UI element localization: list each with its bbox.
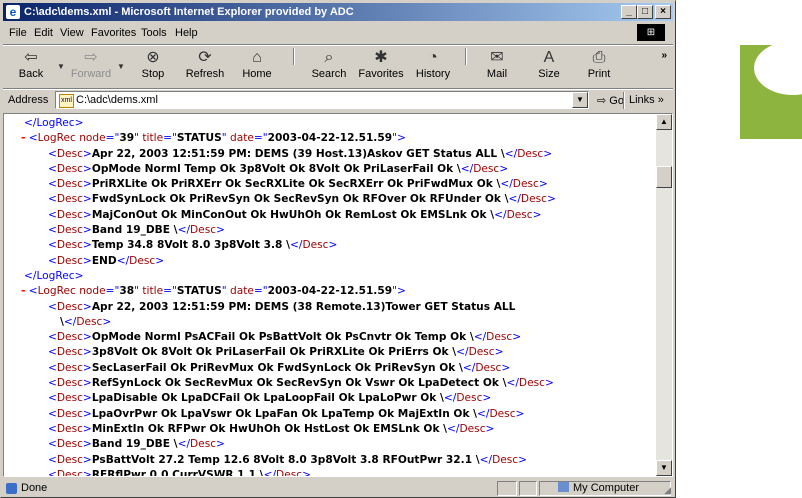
- browser-window: e C:\adc\dems.xml - Microsoft Internet E…: [0, 0, 676, 498]
- desc-line: <Desc>Band 19_DBE \</Desc>: [48, 224, 225, 237]
- desc-line: <Desc>OpMode Norml Temp Ok 3p8Volt Ok 8V…: [48, 162, 509, 175]
- logrec-38-header: - <LogRec node="38" title="STATUS" date=…: [21, 285, 406, 298]
- desc-line: <Desc>SecLaserFail Ok PriRevMux Ok FwdSy…: [48, 361, 511, 374]
- desc-line: <Desc>PriRXLite Ok PriRXErr Ok SecRXLite…: [48, 178, 548, 191]
- desc-line: <Desc>END</Desc>: [48, 254, 165, 267]
- size-button[interactable]: A Size: [525, 48, 573, 86]
- menu-view[interactable]: View: [60, 27, 84, 39]
- toolbar-separator: [465, 48, 467, 65]
- home-button[interactable]: ⌂ Home: [233, 48, 281, 86]
- window-title: C:\adc\dems.xml - Microsoft Internet Exp…: [24, 6, 354, 18]
- collapse-toggle[interactable]: -: [21, 285, 25, 297]
- search-button[interactable]: ⌕ Search: [305, 48, 353, 86]
- maximize-button[interactable]: □: [637, 5, 653, 19]
- address-value[interactable]: C:\adc\dems.xml: [76, 94, 158, 106]
- history-button[interactable]: ◔ History: [409, 48, 457, 86]
- favorites-button[interactable]: ✱ Favorites: [357, 48, 405, 86]
- address-input[interactable]: xml C:\adc\dems.xml ▼: [55, 91, 589, 109]
- stop-button[interactable]: ⊗ Stop: [129, 48, 177, 86]
- windows-flag-icon: ⊞: [637, 24, 665, 41]
- mail-icon: ✉: [490, 49, 504, 66]
- toolbar-separator: [293, 48, 295, 65]
- status-panel: [519, 481, 537, 496]
- address-dropdown-icon[interactable]: ▼: [572, 92, 588, 108]
- search-icon: ⌕: [324, 49, 334, 66]
- menu-file[interactable]: File: [9, 27, 27, 39]
- scroll-down-button[interactable]: ▼: [656, 460, 672, 476]
- links-button[interactable]: Links »: [629, 94, 664, 106]
- menu-favorites[interactable]: Favorites: [91, 27, 136, 39]
- desc-line: <Desc>FwdSynLock Ok PriRevSyn Ok SecRevS…: [48, 193, 556, 206]
- minimize-button[interactable]: _: [621, 5, 637, 19]
- back-arrow-icon: ⇦: [24, 49, 38, 66]
- collapse-toggle[interactable]: -: [21, 132, 25, 144]
- desc-line: <Desc>Apr 22, 2003 12:51:59 PM: DEMS (38…: [48, 300, 516, 313]
- xml-file-icon: xml: [59, 94, 74, 108]
- desc-line: <Desc>LpaDisable Ok LpaDCFail Ok LpaLoop…: [48, 392, 492, 405]
- desc-line: <Desc>Apr 22, 2003 12:51:59 PM: DEMS (39…: [48, 147, 553, 160]
- address-bar: Address xml C:\adc\dems.xml ▼ ⇨ Go Links…: [3, 90, 673, 112]
- desc-line: <Desc>MinExtIn Ok RFPwr Ok HwUhOh Ok Hst…: [48, 422, 495, 435]
- back-dropdown-icon[interactable]: ▼: [57, 62, 65, 71]
- xml-line: </LogRec>: [24, 117, 84, 129]
- address-label: Address: [8, 94, 49, 106]
- computer-icon: [558, 482, 569, 492]
- menu-tools[interactable]: Tools: [141, 27, 167, 39]
- history-icon: ◔: [428, 49, 438, 66]
- desc-line: <Desc>Temp 34.8 8Volt 8.0 3p8Volt 3.8 \<…: [48, 239, 338, 252]
- print-button[interactable]: ⎙ Print: [575, 48, 623, 86]
- scroll-thumb[interactable]: [656, 166, 672, 188]
- desc-line: <Desc>Band 19_DBE \</Desc>: [48, 438, 225, 451]
- address-separator: [623, 92, 625, 109]
- desc-line: <Desc>MajConOut Ok MinConOut Ok HwUhOh O…: [48, 208, 542, 221]
- decoration-cutout: [754, 41, 802, 95]
- security-zone: My Computer: [558, 482, 639, 494]
- favorites-star-icon: ✱: [374, 49, 388, 66]
- home-icon: ⌂: [252, 49, 262, 66]
- stop-icon: ⊗: [146, 49, 160, 66]
- menu-bar: File Edit View Favorites Tools Help ⊞: [3, 23, 673, 43]
- status-panel: [497, 481, 517, 496]
- desc-line: <Desc>LpaOvrPwr Ok LpaVswr Ok LpaFan Ok …: [48, 407, 525, 420]
- logrec-39-header: - <LogRec node="39" title="STATUS" date=…: [21, 132, 406, 145]
- forward-dropdown-icon[interactable]: ▼: [117, 62, 125, 71]
- page-content: </LogRec> - <LogRec node="39" title="STA…: [3, 113, 673, 477]
- close-button[interactable]: ×: [655, 5, 671, 19]
- scroll-up-button[interactable]: ▲: [656, 114, 672, 130]
- desc-line: <Desc>RefSynLock Ok SecRevMux Ok SecRevS…: [48, 377, 554, 390]
- refresh-button[interactable]: ⟳ Refresh: [181, 48, 229, 86]
- menu-help[interactable]: Help: [175, 27, 198, 39]
- mail-button[interactable]: ✉ Mail: [473, 48, 521, 86]
- go-arrow-icon: ⇨: [597, 95, 607, 107]
- standard-toolbar: ⇦ Back ▼ ⇨ Forward ▼ ⊗ Stop ⟳ Refresh ⌂ …: [3, 46, 673, 88]
- desc-line: <Desc>OpMode Norml PsACFail Ok PsBattVol…: [48, 331, 522, 344]
- desc-line: <Desc>3p8Volt Ok 8Volt Ok PriLaserFail O…: [48, 346, 504, 359]
- text-size-icon: A: [543, 49, 555, 66]
- forward-button[interactable]: ⇨ Forward: [67, 48, 115, 86]
- vertical-scrollbar[interactable]: ▲ ▼: [656, 114, 672, 476]
- resize-grip-icon[interactable]: ◢: [664, 485, 671, 496]
- print-icon: ⎙: [592, 49, 606, 66]
- desc-line: <Desc>RFRflPwr 0.0 CurrVSWR 1.1 \</Desc>: [48, 468, 311, 477]
- ie-logo-icon: e: [6, 5, 20, 19]
- status-text: Done: [21, 482, 48, 494]
- xml-line: </LogRec>: [24, 269, 84, 282]
- menu-edit[interactable]: Edit: [34, 27, 53, 39]
- desc-line: \</Desc>: [60, 315, 112, 328]
- go-button[interactable]: ⇨ Go: [597, 94, 624, 107]
- green-decoration: [740, 41, 802, 139]
- xml-tree: </LogRec> - <LogRec node="39" title="STA…: [10, 116, 650, 477]
- status-bar: Done My Computer ◢: [3, 480, 673, 497]
- page-done-icon: [6, 483, 17, 494]
- title-bar[interactable]: e C:\adc\dems.xml - Microsoft Internet E…: [3, 3, 673, 21]
- refresh-icon: ⟳: [198, 49, 212, 66]
- desc-line: <Desc>PsBattVolt 27.2 Temp 12.6 8Volt 8.…: [48, 453, 528, 466]
- forward-arrow-icon: ⇨: [84, 49, 98, 66]
- toolbar-overflow-icon[interactable]: »: [661, 50, 667, 61]
- back-button[interactable]: ⇦ Back: [7, 48, 55, 86]
